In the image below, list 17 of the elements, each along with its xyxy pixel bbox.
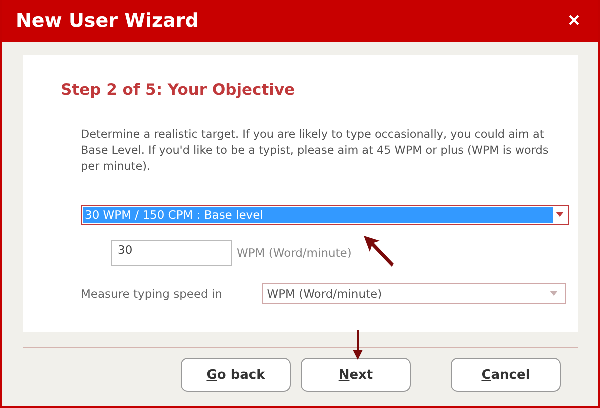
dropdown-value: WPM (Word/minute) — [267, 286, 384, 300]
annotation-arrow — [362, 234, 394, 268]
unit-dropdown[interactable]: WPM (Word/minute) — [262, 283, 566, 304]
caret-icon — [547, 290, 561, 298]
annotation-arrow — [352, 330, 364, 360]
wizard-button[interactable]: Next — [301, 358, 411, 392]
description: Determine a realistic target. If you are likely to type occasionally, you could aim at Base Level. If you'd like to be a typist, please aim at 45 WPM or plus (WPM is words per minute). — [81, 127, 550, 175]
dropdown-value: 30 WPM / 150 CPM : Base level — [83, 207, 553, 223]
wizard-button[interactable]: Cancel — [451, 358, 561, 392]
wizard-button[interactable]: Go back — [181, 358, 291, 392]
window-title: New User Wizard — [16, 10, 199, 32]
wpm-input-field[interactable]: 30 — [111, 240, 232, 266]
caret-icon — [553, 211, 567, 219]
step-title: Step 2 of 5: Your Objective — [61, 81, 296, 99]
measure-label: Measure typing speed in — [81, 286, 224, 300]
unit-label: WPM (Word/minute) — [237, 246, 352, 260]
close-button[interactable]: × — [564, 10, 584, 32]
